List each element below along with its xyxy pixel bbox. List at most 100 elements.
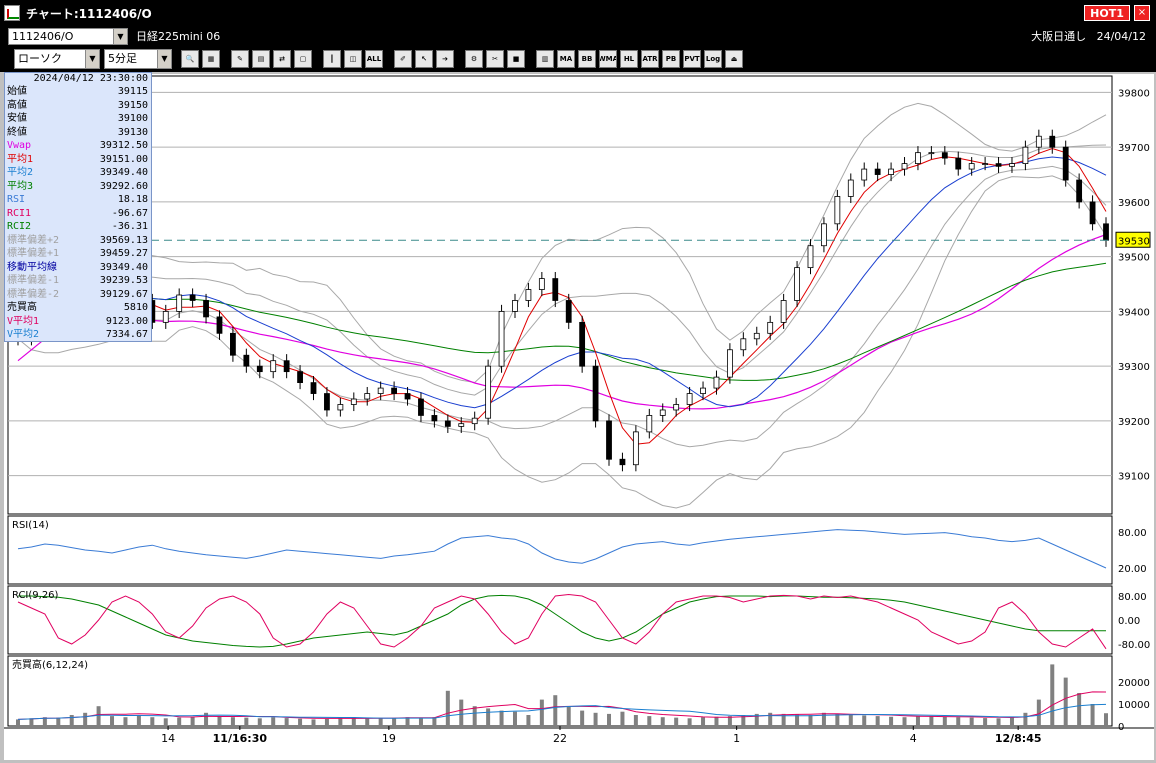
data-value: -96.67: [111, 207, 148, 219]
pvt-button[interactable]: PVT: [683, 50, 701, 68]
memo-icon[interactable]: ▢: [294, 50, 312, 68]
volume-tick-label: 0: [1118, 722, 1124, 733]
chart-icon[interactable]: ▤: [252, 50, 270, 68]
zoom-icon[interactable]: 🔍: [181, 50, 199, 68]
candle-body: [350, 398, 357, 405]
color-icon[interactable]: ■: [507, 50, 525, 68]
data-value: 39151.00: [99, 153, 148, 165]
candle-body: [753, 332, 760, 340]
symbol-value: 1112406/O: [12, 29, 74, 43]
data-label: 終値: [7, 126, 27, 138]
volume-bar: [566, 706, 571, 726]
y-tick-label: 39800: [1118, 88, 1150, 99]
candle-body: [189, 294, 196, 301]
volume-bar: [674, 717, 679, 726]
candle-body: [431, 415, 438, 422]
data-label: RCI1: [7, 207, 32, 219]
volume-bar: [875, 716, 880, 726]
data-value: 5810: [123, 302, 148, 313]
bars-icon[interactable]: ▥: [536, 50, 554, 68]
data-rows: 始値 39115 高値 39150 安値 39100 終値 39130 Vwap 39312.50…: [5, 85, 151, 342]
layout-icon[interactable]: ▦: [202, 50, 220, 68]
volume-bar: [862, 715, 867, 726]
volume-bar: [1050, 664, 1055, 726]
trade-icon[interactable]: ⇄: [273, 50, 291, 68]
cursor-icon[interactable]: ↖: [415, 50, 433, 68]
wma-button[interactable]: WMA: [599, 50, 617, 68]
hot-button[interactable]: HOT1: [1084, 5, 1130, 21]
chevron-down-icon[interactable]: ▼: [113, 28, 127, 44]
gear-icon[interactable]: ⚙: [465, 50, 483, 68]
atr-button[interactable]: ATR: [641, 50, 659, 68]
candle-body: [673, 404, 680, 411]
volume-bar: [136, 715, 141, 726]
volume-bar: [56, 717, 61, 726]
rci-tick-label: -80.00: [1118, 640, 1150, 651]
pen-icon[interactable]: ✐: [394, 50, 412, 68]
rsi-line: [17, 529, 1107, 569]
chevron-down-icon[interactable]: ▼: [157, 50, 171, 68]
volume-bar: [1009, 717, 1014, 726]
session-label: 大阪日通し: [1031, 30, 1087, 43]
volume-bar: [929, 716, 934, 726]
chart-type-select[interactable]: ローソク ▼: [14, 49, 100, 69]
data-value: 18.18: [117, 194, 148, 205]
candle-body: [847, 179, 854, 197]
volume-bar: [714, 716, 719, 726]
chevron-down-icon[interactable]: ▼: [85, 50, 99, 68]
candle-body: [834, 196, 841, 225]
vwap-line: [17, 233, 1107, 410]
data-label: 標準偏差-2: [7, 288, 60, 300]
candle-body: [391, 387, 397, 394]
volume-bar: [580, 710, 585, 726]
exit-icon[interactable]: ⏏: [725, 50, 743, 68]
y-tick-label: 39400: [1118, 307, 1150, 318]
candle-body: [512, 300, 518, 312]
pb-button[interactable]: PB: [662, 50, 680, 68]
draw-icon[interactable]: ✎: [231, 50, 249, 68]
candle-body: [941, 152, 948, 159]
volume-bar: [647, 716, 652, 726]
data-value: 7334.67: [105, 329, 148, 340]
data-label: 始値: [7, 86, 27, 97]
x-tick-label: 19: [382, 732, 396, 745]
data-value: 39349.40: [99, 261, 148, 273]
volume-bar: [512, 711, 517, 726]
candle-body: [901, 163, 908, 170]
all-button[interactable]: ALL: [365, 50, 383, 68]
data-value: 39115: [117, 86, 148, 97]
symbol-select[interactable]: 1112406/O ▼: [8, 27, 128, 45]
y-tick-label: 39100: [1118, 472, 1150, 483]
candle-icon[interactable]: ┃: [323, 50, 341, 68]
ma3-line: [17, 262, 1107, 381]
arrow-icon[interactable]: ➔: [436, 50, 454, 68]
candle-body: [888, 168, 894, 175]
data-value: 39100: [117, 113, 148, 124]
chart-svg[interactable]: 39800 39700 39600 39500 39400 39300 39200 39100…: [4, 74, 1154, 760]
tool-icon[interactable]: ✂: [486, 50, 504, 68]
volume-bar: [459, 699, 464, 726]
ma-button[interactable]: MA: [557, 50, 575, 68]
candle-body: [646, 415, 653, 433]
log-button[interactable]: Log: [704, 50, 722, 68]
volume-bar: [392, 718, 397, 726]
volume-bar: [701, 717, 706, 726]
bb-button[interactable]: BB: [578, 50, 596, 68]
chart-area[interactable]: 39800 39700 39600 39500 39400 39300 39200 39100…: [4, 74, 1154, 760]
close-button[interactable]: ×: [1134, 5, 1150, 21]
data-value: 39349.40: [99, 167, 148, 178]
data-label: 平均3: [7, 180, 34, 192]
candle-body: [619, 458, 626, 466]
volume-bar: [16, 719, 20, 726]
interval-select[interactable]: 5分足 ▼: [104, 49, 172, 69]
candle-body: [377, 387, 384, 394]
hl-button[interactable]: HL: [620, 50, 638, 68]
rsi-title: RSI(14): [12, 520, 49, 531]
candle-body: [538, 278, 545, 290]
split-icon[interactable]: ◫: [344, 50, 362, 68]
rsi-tick-label: 20.00: [1118, 564, 1147, 575]
data-row: 標準偏差-1 39239.53: [5, 274, 151, 288]
candle-body: [552, 278, 559, 301]
volume-bar: [83, 712, 88, 726]
rsi-tick-label: 80.00: [1118, 528, 1147, 539]
